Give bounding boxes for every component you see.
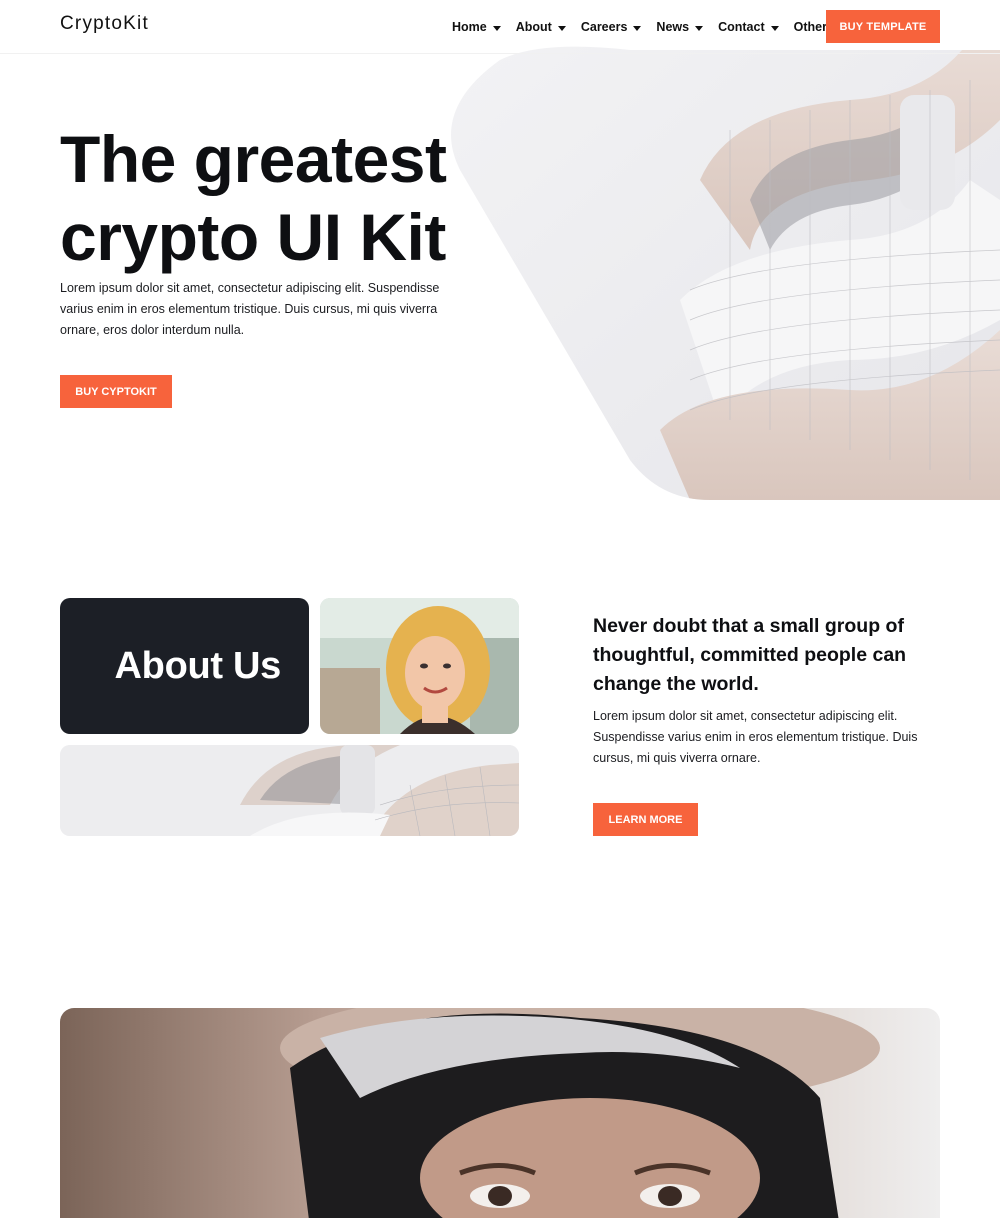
about-us-card: About Us xyxy=(60,598,309,734)
nav-about-label: About xyxy=(515,20,552,34)
banner-illustration xyxy=(60,745,519,836)
nav-careers[interactable]: Careers xyxy=(581,20,642,34)
nav-home-label: Home xyxy=(452,20,487,34)
logo[interactable]: CryptoKit xyxy=(60,13,149,35)
hero-architecture-image xyxy=(430,0,1000,500)
welder-photo xyxy=(60,1008,940,1218)
portrait-illustration xyxy=(320,598,519,734)
site-header: CryptoKit Home About Careers News Contac… xyxy=(0,0,1000,54)
about-architecture-banner xyxy=(60,745,519,836)
main-nav: Home About Careers News Contact Other xyxy=(452,20,856,34)
chevron-down-icon xyxy=(770,25,779,31)
nav-careers-label: Careers xyxy=(580,20,628,34)
nav-contact-label: Contact xyxy=(718,20,765,34)
chevron-down-icon xyxy=(695,25,704,31)
hero-title-line-1: The greatest xyxy=(60,122,447,196)
buy-cryptokit-button[interactable]: BUY CYPTOKIT xyxy=(60,375,172,408)
chevron-down-icon xyxy=(557,25,566,31)
welder-illustration xyxy=(60,1008,940,1218)
nav-home[interactable]: Home xyxy=(452,20,501,34)
nav-other-label: Other xyxy=(793,20,827,34)
nav-about[interactable]: About xyxy=(516,20,566,34)
chevron-down-icon xyxy=(633,25,642,31)
hero-title: The greatest crypto UI Kit xyxy=(60,120,447,276)
hero-description: Lorem ipsum dolor sit amet, consectetur … xyxy=(60,281,440,337)
woman-portrait-image xyxy=(320,598,519,734)
nav-contact[interactable]: Contact xyxy=(718,20,779,34)
learn-more-button[interactable]: LEARN MORE xyxy=(593,803,698,836)
hero-architecture-illustration xyxy=(451,46,1000,500)
about-quote: Never doubt that a small group of though… xyxy=(593,615,907,695)
chevron-down-icon xyxy=(492,25,501,31)
about-us-title: About Us xyxy=(114,644,282,687)
buy-template-button[interactable]: BUY TEMPLATE xyxy=(826,10,940,43)
hero-title-line-2: crypto UI Kit xyxy=(60,200,446,274)
nav-news[interactable]: News xyxy=(656,20,704,34)
nav-news-label: News xyxy=(656,20,690,34)
about-description: Lorem ipsum dolor sit amet, consectetur … xyxy=(593,709,918,765)
